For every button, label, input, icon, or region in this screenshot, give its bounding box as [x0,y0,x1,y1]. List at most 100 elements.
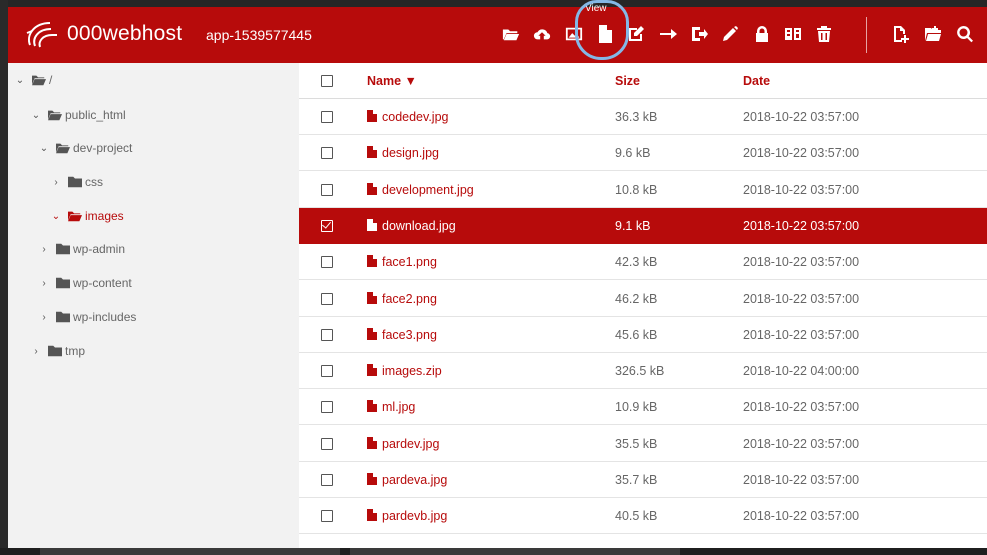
file-icon [367,436,377,449]
rename-icon[interactable] [719,23,741,45]
file-size-cell: 36.3 kB [615,110,658,124]
chevron-down-icon[interactable]: ⌄ [50,211,62,222]
chevron-right-icon[interactable]: › [50,177,62,188]
file-name-cell[interactable]: face3.png [367,317,437,353]
image-icon[interactable] [563,23,585,45]
tree-item-images[interactable]: ⌄ images [50,206,124,226]
table-row[interactable]: download.jpg 9.1 kB 2018-10-22 03:57:00 [299,207,987,244]
file-date-cell: 2018-10-22 03:57:00 [743,146,860,161]
logo-icon [26,22,57,48]
compress-icon[interactable] [782,23,804,45]
delete-icon[interactable] [813,23,835,45]
file-name-cell[interactable]: ml.jpg [367,389,415,425]
file-name-cell[interactable]: images.zip [367,353,442,389]
name-column-header[interactable]: Name ▼ [367,63,417,99]
row-checkbox[interactable] [321,256,333,269]
chevron-right-icon[interactable]: › [30,346,42,357]
file-icon [367,364,377,377]
table-row[interactable]: pardeva.jpg 35.7 kB 2018-10-22 03:57:00 [299,462,987,498]
chevron-right-icon[interactable]: › [38,278,50,289]
folder-open-icon [56,142,70,154]
chevron-right-icon[interactable]: › [38,312,50,323]
move-icon[interactable] [657,23,679,45]
table-row[interactable]: pardev.jpg 35.5 kB 2018-10-22 03:57:00 [299,426,987,462]
chevron-down-icon[interactable]: ⌄ [14,75,26,86]
size-column-header[interactable]: Size [615,63,640,99]
tree-item-dev-project[interactable]: ⌄ dev-project [38,138,133,158]
file-name-cell[interactable]: development.jpg [367,172,474,208]
file-icon [367,110,377,122]
file-name-cell[interactable]: download.jpg [367,208,456,244]
file-name-cell[interactable]: face2.png [367,281,437,317]
new-folder-icon[interactable] [922,23,944,45]
search-icon[interactable] [954,23,976,45]
file-size-cell: 9.1 kB [615,218,651,233]
file-icon [367,400,377,413]
edit-icon[interactable] [625,23,647,45]
table-row[interactable]: design.jpg 9.6 kB 2018-10-22 03:57:00 [299,135,987,172]
tree-item-label: wp-content [73,276,132,290]
file-name-cell[interactable]: codedev.jpg [367,99,449,135]
folder-icon [68,176,82,188]
tree-item-public-html[interactable]: ⌄ public_html [30,105,126,125]
brand-name[interactable]: 000webhost [67,22,182,46]
table-row[interactable]: ml.jpg 10.9 kB 2018-10-22 03:57:00 [299,389,987,426]
table-row[interactable]: face3.png 45.6 kB 2018-10-22 03:57:00 [299,317,987,353]
chevron-right-icon[interactable]: › [38,244,50,255]
table-row[interactable]: pardevb.jpg 40.5 kB 2018-10-22 03:57:00 [299,498,987,535]
app-name: app-1539577445 [206,27,312,43]
select-all-checkbox[interactable] [321,75,333,87]
file-date-cell: 2018-10-22 03:57:00 [743,110,860,124]
lock-icon[interactable] [751,23,773,45]
file-name-cell[interactable]: pardevb.jpg [367,498,447,534]
tree-item-root[interactable]: ⌄ / [14,70,53,90]
table-row[interactable]: codedev.jpg 36.3 kB 2018-10-22 03:57:00 [299,99,987,135]
file-name-cell[interactable]: pardeva.jpg [367,462,447,498]
row-checkbox[interactable] [321,510,333,523]
file-icon [367,255,377,268]
bottom-edge [0,548,987,555]
date-column-header[interactable]: Date [743,63,770,99]
tree-item-wp-admin[interactable]: › wp-admin [38,239,125,259]
table-row[interactable]: images.zip 326.5 kB 2018-10-22 04:00:00 [299,353,987,390]
upload-icon[interactable] [531,23,553,45]
row-checkbox[interactable] [321,401,333,414]
row-checkbox[interactable] [321,111,333,123]
chevron-down-icon[interactable]: ⌄ [30,110,42,121]
tree-item-css[interactable]: › css [50,172,103,192]
file-name-cell[interactable]: face1.png [367,244,437,280]
folder-icon [56,243,70,255]
row-checkbox[interactable] [321,365,333,378]
tree-item-tmp[interactable]: › tmp [30,341,85,361]
folder-icon [56,311,70,323]
sign-out-icon[interactable] [688,23,710,45]
file-name-cell[interactable]: pardev.jpg [367,426,439,462]
tree-item-label: css [85,175,103,189]
file-icon [367,146,377,159]
table-row[interactable]: face2.png 46.2 kB 2018-10-22 03:57:00 [299,281,987,317]
file-date-cell: 2018-10-22 04:00:00 [743,364,860,379]
file-icon [367,509,377,522]
row-checkbox[interactable] [321,437,333,450]
file-name: face1.png [382,255,437,270]
file-name: development.jpg [382,182,474,197]
top-edge [0,0,987,7]
tree-item-wp-includes[interactable]: › wp-includes [38,307,136,327]
row-checkbox[interactable] [321,183,333,196]
file-size-cell: 35.5 kB [615,436,658,451]
row-checkbox[interactable] [321,147,333,160]
row-checkbox[interactable] [321,292,333,305]
row-checkbox[interactable] [321,328,333,341]
new-file-icon[interactable] [890,23,912,45]
table-row[interactable]: development.jpg 10.8 kB 2018-10-22 03:57:0… [299,172,987,208]
open-folder-icon[interactable] [500,23,522,45]
file-name-cell[interactable]: design.jpg [367,135,439,171]
view-file-icon[interactable] [594,23,616,45]
file-name: face2.png [382,291,437,306]
tree-item-wp-content[interactable]: › wp-content [38,273,132,293]
chevron-down-icon[interactable]: ⌄ [38,143,50,154]
file-date-cell: 2018-10-22 03:57:00 [743,327,860,342]
table-row[interactable]: face1.png 42.3 kB 2018-10-22 03:57:00 [299,244,987,281]
row-checkbox[interactable] [321,219,333,232]
row-checkbox[interactable] [321,474,333,486]
